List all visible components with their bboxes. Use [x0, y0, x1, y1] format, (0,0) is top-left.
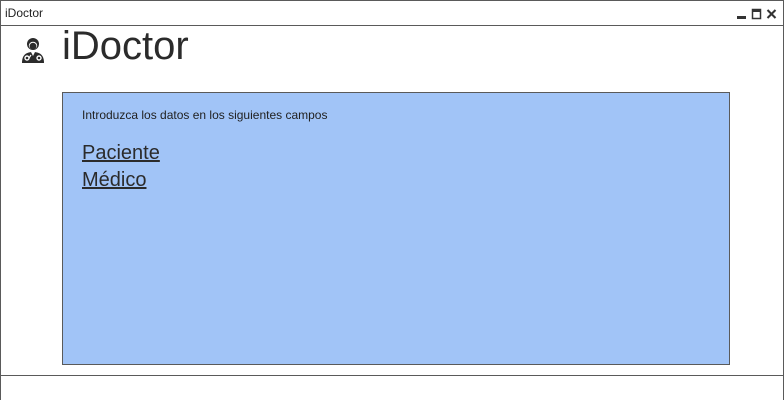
instruction-text: Introduzca los datos en los siguientes c… [82, 108, 328, 122]
window-title: iDoctor [5, 6, 44, 20]
maximize-icon[interactable] [751, 8, 762, 20]
doctor-icon [19, 36, 47, 64]
paciente-link[interactable]: Paciente [82, 140, 160, 167]
app-title: iDoctor [62, 24, 189, 68]
minimize-icon[interactable] [736, 8, 747, 20]
window-controls [736, 6, 777, 20]
status-bar [1, 375, 783, 400]
medico-link[interactable]: Médico [82, 167, 160, 194]
data-entry-panel: Introduzca los datos en los siguientes c… [62, 92, 730, 365]
link-list: Paciente Médico [82, 140, 160, 194]
close-icon[interactable] [766, 8, 777, 20]
title-bar[interactable]: iDoctor [1, 1, 783, 26]
app-window: iDoctor iDoctor Introduzca los datos en … [0, 0, 784, 400]
